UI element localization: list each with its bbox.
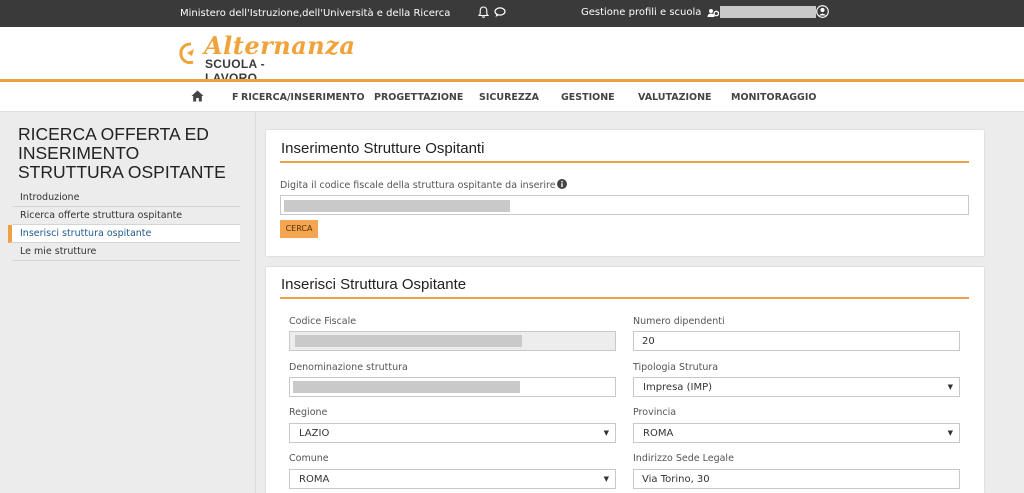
- search-panel-title: Inserimento Strutture Ospitanti: [281, 140, 485, 157]
- regione-select[interactable]: LAZIO ▼: [289, 423, 616, 443]
- alternanza-logo[interactable]: Alternanza SCUOLA - LAVORO: [178, 31, 355, 85]
- nav-clipped-item: F: [232, 92, 239, 103]
- user-circle-icon[interactable]: [816, 5, 829, 18]
- info-icon[interactable]: [556, 179, 567, 189]
- bell-icon[interactable]: [478, 6, 489, 19]
- codice-fiscale-search-input[interactable]: [280, 195, 969, 215]
- home-icon[interactable]: [191, 90, 204, 102]
- sidebar-title: RICERCA OFFERTA ED INSERIMENTO STRUTTURA…: [18, 124, 226, 182]
- logo-mark-icon: [179, 42, 194, 65]
- profiles-label: Gestione profili e scuola: [581, 7, 702, 18]
- nav-gestione[interactable]: GESTIONE: [561, 92, 615, 103]
- redacted-value: [284, 200, 510, 212]
- regione-label: Regione: [289, 407, 328, 418]
- nav-valutazione[interactable]: VALUTAZIONE: [638, 92, 712, 103]
- provincia-label: Provincia: [633, 407, 677, 418]
- nav-progettazione[interactable]: PROGETTAZIONE: [374, 92, 463, 103]
- insert-panel-rule: [280, 297, 969, 299]
- profiles-menu[interactable]: Gestione profili e scuola: [581, 7, 719, 19]
- dropdown-caret-icon: ▼: [947, 429, 953, 437]
- sidebar-item-ricerca-offerte[interactable]: Ricerca offerte struttura ospitante: [12, 207, 240, 225]
- user-name-redacted[interactable]: [720, 6, 816, 18]
- sidebar-item-le-mie-strutture[interactable]: Le mie strutture: [12, 243, 240, 261]
- provincia-selected-value: ROMA: [643, 428, 674, 439]
- main-nav: F RICERCA/INSERIMENTO PROGETTAZIONE SICU…: [0, 82, 1024, 112]
- search-panel: Inserimento Strutture Ospitanti Digita i…: [266, 130, 984, 256]
- tipologia-label: Tipologia Strutura: [633, 362, 719, 373]
- sidebar-item-introduzione[interactable]: Introduzione: [12, 189, 240, 207]
- insert-structure-panel: Inserisci Struttura Ospitante Codice Fis…: [266, 267, 984, 493]
- numero-dipendenti-label: Numero dipendenti: [633, 316, 725, 327]
- users-cog-icon: [707, 8, 719, 17]
- tipologia-select[interactable]: Impresa (IMP) ▼: [633, 377, 960, 397]
- sidebar-item-inserisci-struttura[interactable]: Inserisci struttura ospitante: [8, 225, 240, 243]
- comune-selected-value: ROMA: [299, 474, 330, 485]
- codice-fiscale-label: Codice Fiscale: [289, 316, 357, 327]
- chat-icon[interactable]: [494, 7, 506, 18]
- comune-select[interactable]: ROMA ▼: [289, 469, 616, 489]
- provincia-select[interactable]: ROMA ▼: [633, 423, 960, 443]
- denominazione-field[interactable]: [289, 377, 616, 397]
- cerca-button[interactable]: CERCA: [280, 220, 318, 238]
- codice-fiscale-search-label-text: Digita il codice fiscale della struttura…: [280, 180, 556, 191]
- nav-sicurezza[interactable]: SICUREZZA: [479, 92, 539, 103]
- regione-selected-value: LAZIO: [299, 428, 330, 439]
- codice-fiscale-field: [289, 331, 616, 351]
- dropdown-caret-icon: ▼: [947, 383, 953, 391]
- dropdown-caret-icon: ▼: [603, 429, 609, 437]
- search-panel-rule: [280, 161, 969, 163]
- dropdown-caret-icon: ▼: [603, 475, 609, 483]
- comune-label: Comune: [289, 453, 329, 464]
- logo-script-text: Alternanza: [204, 31, 356, 60]
- indirizzo-label: Indirizzo Sede Legale: [633, 453, 734, 464]
- indirizzo-field[interactable]: Via Torino, 30: [633, 469, 960, 489]
- ministry-name[interactable]: Ministero dell'Istruzione,dell'Universit…: [180, 8, 450, 19]
- sidebar: RICERCA OFFERTA ED INSERIMENTO STRUTTURA…: [0, 112, 256, 493]
- codice-fiscale-search-label: Digita il codice fiscale della struttura…: [280, 179, 567, 191]
- redacted-value: [295, 335, 522, 347]
- redacted-value: [293, 381, 520, 393]
- nav-monitoraggio[interactable]: MONITORAGGIO: [731, 92, 816, 103]
- nav-ricerca-inserimento[interactable]: RICERCA/INSERIMENTO: [241, 92, 365, 103]
- top-bar: Ministero dell'Istruzione,dell'Universit…: [0, 0, 1024, 27]
- numero-dipendenti-field[interactable]: 20: [633, 331, 960, 351]
- site-header: Alternanza SCUOLA - LAVORO: [0, 27, 1024, 85]
- insert-panel-title: Inserisci Struttura Ospitante: [281, 276, 467, 293]
- denominazione-label: Denominazione struttura: [289, 362, 408, 373]
- tipologia-selected-value: Impresa (IMP): [643, 382, 713, 393]
